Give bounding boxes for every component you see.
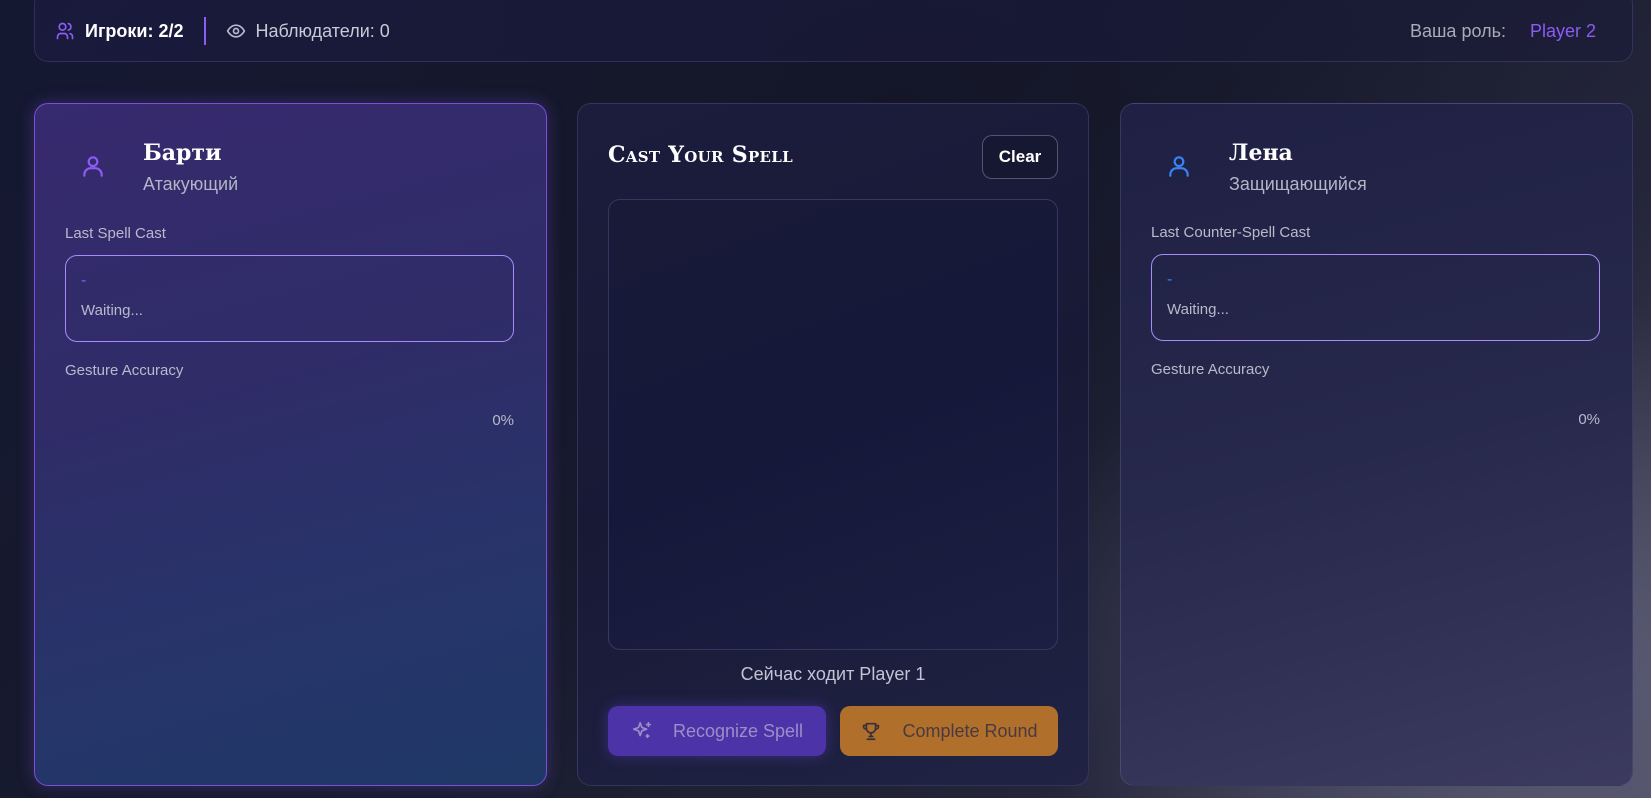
recognize-spell-button[interactable]: Recognize Spell bbox=[608, 706, 826, 756]
watchers-label: Наблюдатели: 0 bbox=[255, 20, 390, 41]
last-counter-spell-value: - bbox=[1167, 271, 1173, 288]
status-bar: Игроки: 2/2 Наблюдатели: 0 Ваша роль: Pl… bbox=[34, 0, 1633, 62]
defender-header: Лена Защищающийся bbox=[1151, 138, 1367, 195]
defender-role: Защищающийся bbox=[1229, 174, 1367, 194]
gesture-accuracy-label: Gesture Accuracy bbox=[1151, 361, 1270, 378]
last-spell-box: - Waiting... bbox=[65, 255, 514, 342]
role-info: Ваша роль: Player 2 bbox=[1410, 21, 1612, 42]
spell-panel: Cast Your Spell Clear Сейчас ходит Playe… bbox=[577, 103, 1089, 786]
players-count: Игроки: 2/2 bbox=[55, 21, 184, 42]
attacker-role: Атакующий bbox=[143, 174, 239, 194]
user-icon bbox=[1151, 138, 1207, 194]
last-spell-label: Last Spell Cast bbox=[65, 225, 166, 242]
turn-status: Сейчас ходит Player 1 bbox=[740, 664, 926, 684]
gesture-accuracy-value: 0% bbox=[1578, 411, 1600, 428]
sparkles-icon bbox=[631, 720, 653, 742]
last-counter-spell-status: Waiting... bbox=[1167, 301, 1229, 318]
complete-round-button[interactable]: Complete Round bbox=[840, 706, 1058, 756]
user-icon bbox=[65, 138, 121, 194]
panel-title: Cast Your Spell bbox=[608, 142, 793, 168]
players-label: Игроки: 2/2 bbox=[85, 20, 184, 41]
divider bbox=[203, 17, 206, 45]
clear-button[interactable]: Clear bbox=[982, 135, 1058, 179]
last-spell-status: Waiting... bbox=[81, 302, 143, 319]
recognize-spell-label: Recognize Spell bbox=[672, 720, 804, 741]
role-label: Ваша роль: bbox=[1409, 20, 1506, 41]
defender-name: Лена bbox=[1229, 140, 1293, 166]
attacker-name: Барти bbox=[143, 140, 222, 166]
attacker-header: Барти Атакующий bbox=[65, 138, 238, 195]
complete-round-label: Complete Round bbox=[902, 720, 1038, 741]
gesture-accuracy-value: 0% bbox=[492, 412, 514, 429]
trophy-icon bbox=[860, 720, 882, 742]
users-icon bbox=[55, 21, 75, 41]
role-value: Player 2 bbox=[1529, 20, 1596, 41]
last-counter-spell-box: - Waiting... bbox=[1151, 254, 1600, 341]
last-spell-value: - bbox=[81, 272, 87, 289]
attacker-panel: Барти Атакующий Last Spell Cast - Waitin… bbox=[34, 103, 547, 786]
eye-icon bbox=[226, 21, 246, 41]
gesture-accuracy-label: Gesture Accuracy bbox=[65, 362, 184, 379]
watchers-count: Наблюдатели: 0 bbox=[226, 21, 390, 42]
defender-panel: Лена Защищающийся Last Counter-Spell Cas… bbox=[1120, 103, 1633, 786]
drawing-canvas[interactable] bbox=[608, 199, 1058, 650]
last-counter-spell-label: Last Counter-Spell Cast bbox=[1151, 224, 1311, 241]
